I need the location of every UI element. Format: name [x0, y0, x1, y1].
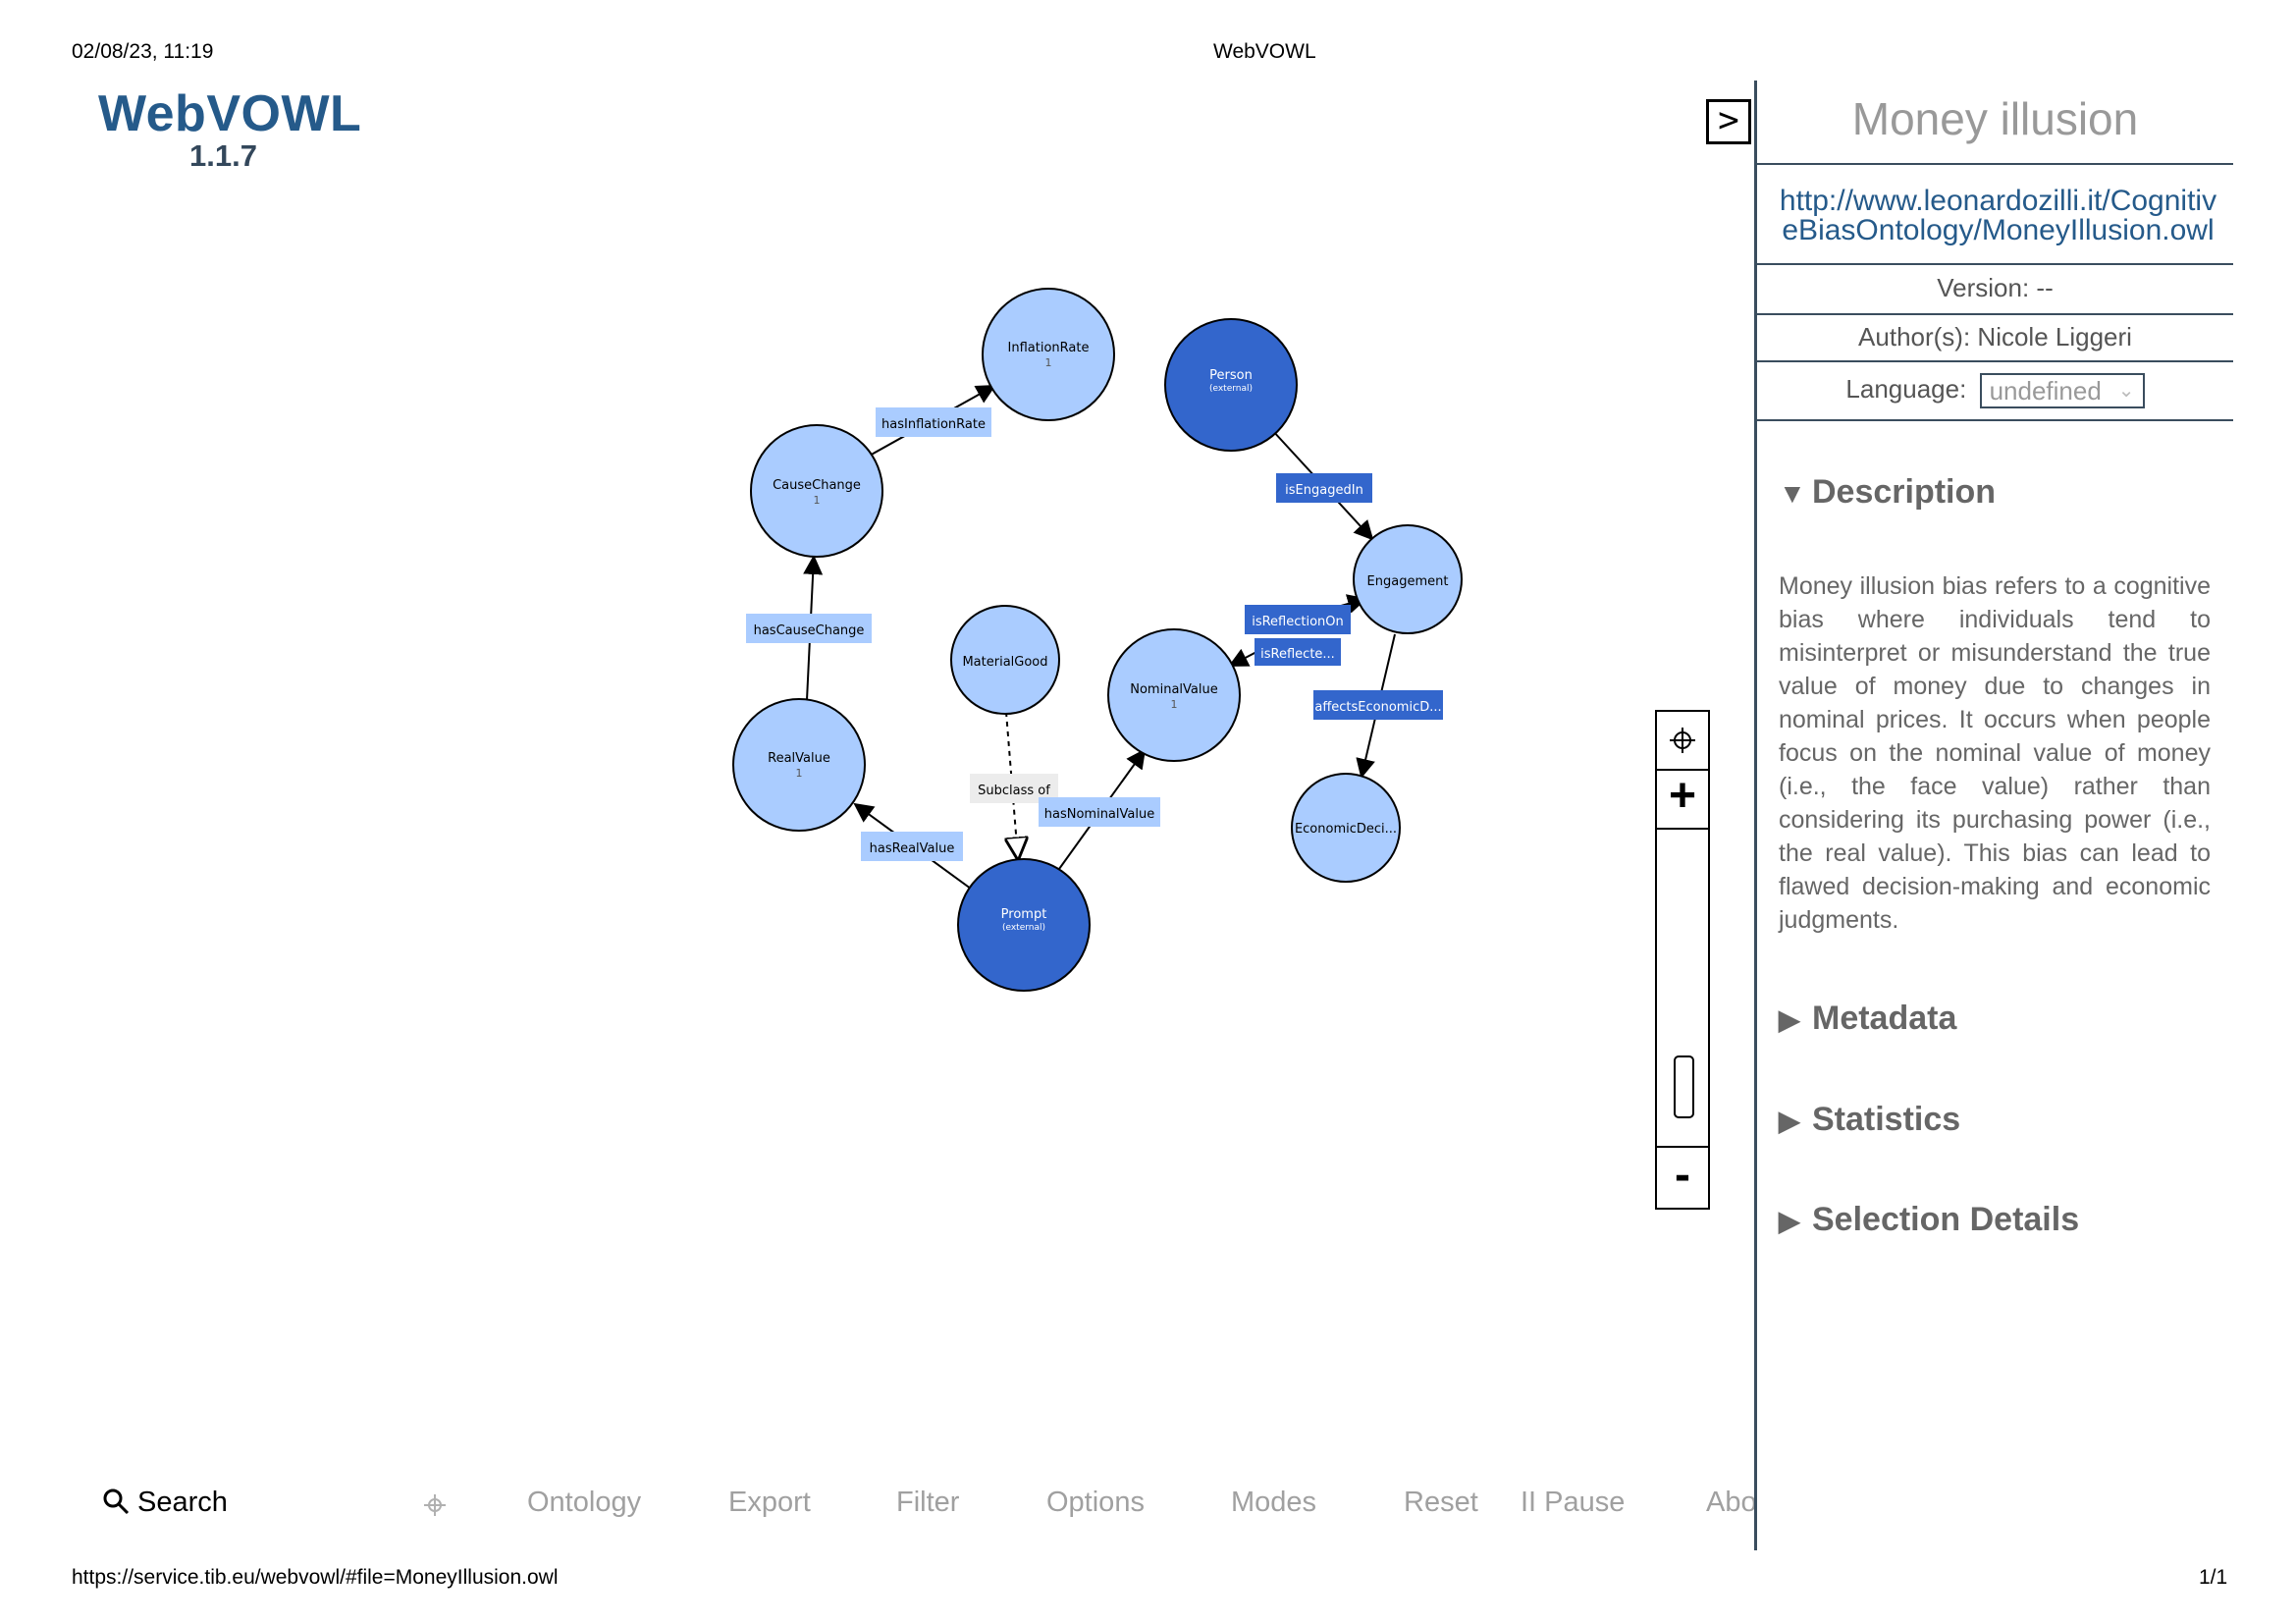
ontology-title: Money illusion — [1851, 93, 2139, 144]
description-text: Money illusion bias refers to a cognitiv… — [1779, 572, 2211, 934]
node-person[interactable]: Person (external) — [1164, 318, 1298, 452]
node-material-good[interactable]: MaterialGood — [950, 605, 1060, 715]
print-page-number: 1/1 — [2199, 1566, 2228, 1589]
description-section-header[interactable]: ▼ Description — [1779, 473, 1996, 512]
statistics-title: Statistics — [1812, 1101, 1961, 1138]
prop-is-reflecte[interactable]: isReflecte... — [1255, 638, 1341, 666]
ontology-version: Version: -- — [1937, 273, 2054, 302]
node-person-label: Person — [1209, 368, 1253, 383]
crosshair-icon — [424, 1494, 446, 1516]
prop-affects-economic[interactable]: affectsEconomicD... — [1313, 690, 1443, 720]
prop-has-real-value[interactable]: hasRealValue — [861, 832, 963, 861]
search-label: Search — [137, 1487, 228, 1518]
edge-is-reflecte — [1228, 648, 1259, 667]
zoom-track[interactable] — [1657, 830, 1708, 1148]
node-nominal-value-count: 1 — [1171, 698, 1178, 711]
ontology-menu-item[interactable]: Ontology — [527, 1487, 641, 1519]
language-label: Language: — [1845, 373, 1967, 404]
node-cause-change-label: CauseChange — [773, 478, 861, 493]
language-select[interactable]: undefined ⌄ — [1979, 373, 2145, 408]
bottom-menu-bar: Search Ontology Export Filter Options Mo… — [0, 1483, 1754, 1528]
prop-has-real-value-label: hasRealValue — [870, 841, 955, 856]
node-inflation-rate-count: 1 — [1045, 356, 1052, 369]
triangle-down-icon: ▼ — [1779, 478, 1806, 509]
prop-is-reflection-on[interactable]: isReflectionOn — [1245, 605, 1351, 634]
node-cause-change[interactable]: CauseChange 1 — [750, 424, 883, 558]
filter-menu-item[interactable]: Filter — [896, 1487, 959, 1519]
node-real-value-count: 1 — [796, 767, 803, 780]
ontology-authors: Author(s): Nicole Liggeri — [1858, 322, 2132, 352]
node-nominal-value[interactable]: NominalValue 1 — [1107, 628, 1241, 762]
sidebar: Money illusion http://www.leonardozilli.… — [1754, 81, 2233, 1550]
node-real-value-label: RealValue — [768, 751, 830, 766]
zoom-slider[interactable]: + - — [1655, 710, 1710, 1210]
node-prompt-label: Prompt — [1001, 907, 1047, 922]
language-row: Language: undefined ⌄ — [1757, 373, 2233, 408]
chevron-down-icon: ⌄ — [2117, 380, 2135, 402]
triangle-right-icon: ▶ — [1779, 1106, 1800, 1136]
prop-subclass-of-label: Subclass of — [978, 784, 1050, 798]
crosshair-icon — [1670, 728, 1695, 753]
options-menu-item[interactable]: Options — [1046, 1487, 1145, 1519]
metadata-section-header[interactable]: ▶ Metadata — [1779, 1000, 1956, 1038]
print-url: https://service.tib.eu/webvowl/#file=Mon… — [72, 1566, 559, 1589]
divider — [1757, 419, 2233, 421]
prop-affects-economic-label: affectsEconomicD... — [1314, 700, 1441, 715]
prop-has-inflation-rate[interactable]: hasInflationRate — [876, 407, 991, 437]
node-real-value[interactable]: RealValue 1 — [732, 698, 866, 832]
node-engagement-label: Engagement — [1367, 574, 1449, 589]
divider — [1757, 313, 2233, 315]
selection-details-section-header[interactable]: ▶ Selection Details — [1779, 1201, 2079, 1239]
divider — [1757, 263, 2233, 265]
node-prompt-sub: (external) — [1002, 923, 1045, 933]
pause-menu-item[interactable]: II Pause — [1521, 1487, 1625, 1519]
prop-has-cause-change[interactable]: hasCauseChange — [746, 614, 872, 643]
zoom-out-button[interactable]: - — [1657, 1148, 1708, 1208]
zoom-in-button[interactable]: + — [1657, 771, 1708, 830]
node-nominal-value-label: NominalValue — [1130, 682, 1217, 697]
triangle-right-icon: ▶ — [1779, 1206, 1800, 1236]
search-menu-item[interactable]: Search — [102, 1487, 228, 1519]
prop-has-nominal-value[interactable]: hasNominalValue — [1039, 797, 1160, 827]
prop-has-inflation-rate-label: hasInflationRate — [881, 417, 986, 432]
node-inflation-rate-label: InflationRate — [1008, 341, 1090, 355]
node-material-good-label: MaterialGood — [962, 655, 1047, 670]
prop-is-reflection-on-label: isReflectionOn — [1252, 615, 1344, 629]
sidebar-toggle-button[interactable]: > — [1706, 99, 1751, 144]
ontology-graph[interactable]: InflationRate 1 CauseChange 1 RealValue … — [0, 0, 1669, 1031]
center-graph-button[interactable] — [1657, 712, 1708, 771]
about-menu-item[interactable]: Abo — [1706, 1487, 1754, 1519]
selection-details-title: Selection Details — [1812, 1201, 2080, 1238]
modes-menu-item[interactable]: Modes — [1231, 1487, 1316, 1519]
node-cause-change-count: 1 — [814, 494, 821, 507]
metadata-title: Metadata — [1812, 1000, 1957, 1037]
ontology-iri-link[interactable]: http://www.leonardozilli.it/CognitiveBia… — [1775, 187, 2221, 245]
reset-menu-item[interactable]: Reset — [1404, 1487, 1478, 1519]
search-icon — [103, 1488, 130, 1515]
divider — [1757, 360, 2233, 362]
prop-is-reflecte-label: isReflecte... — [1260, 647, 1335, 662]
node-economic-deci-label: EconomicDeci... — [1295, 822, 1397, 837]
divider — [1757, 163, 2233, 165]
description-title: Description — [1812, 473, 1997, 511]
prop-is-engaged-in-label: isEngagedIn — [1285, 483, 1363, 498]
node-person-sub: (external) — [1209, 384, 1253, 394]
triangle-right-icon: ▶ — [1779, 1004, 1800, 1035]
prop-is-engaged-in[interactable]: isEngagedIn — [1276, 473, 1372, 503]
node-engagement[interactable]: Engagement — [1353, 524, 1463, 634]
statistics-section-header[interactable]: ▶ Statistics — [1779, 1101, 1960, 1139]
prop-has-cause-change-label: hasCauseChange — [754, 623, 865, 638]
language-value: undefined — [1989, 376, 2102, 406]
locate-search-button[interactable] — [422, 1492, 448, 1526]
node-prompt[interactable]: Prompt (external) — [957, 858, 1091, 992]
zoom-handle[interactable] — [1674, 1055, 1694, 1118]
export-menu-item[interactable]: Export — [728, 1487, 811, 1519]
prop-has-nominal-value-label: hasNominalValue — [1044, 807, 1154, 822]
node-inflation-rate[interactable]: InflationRate 1 — [982, 288, 1115, 421]
node-economic-deci[interactable]: EconomicDeci... — [1291, 773, 1401, 883]
